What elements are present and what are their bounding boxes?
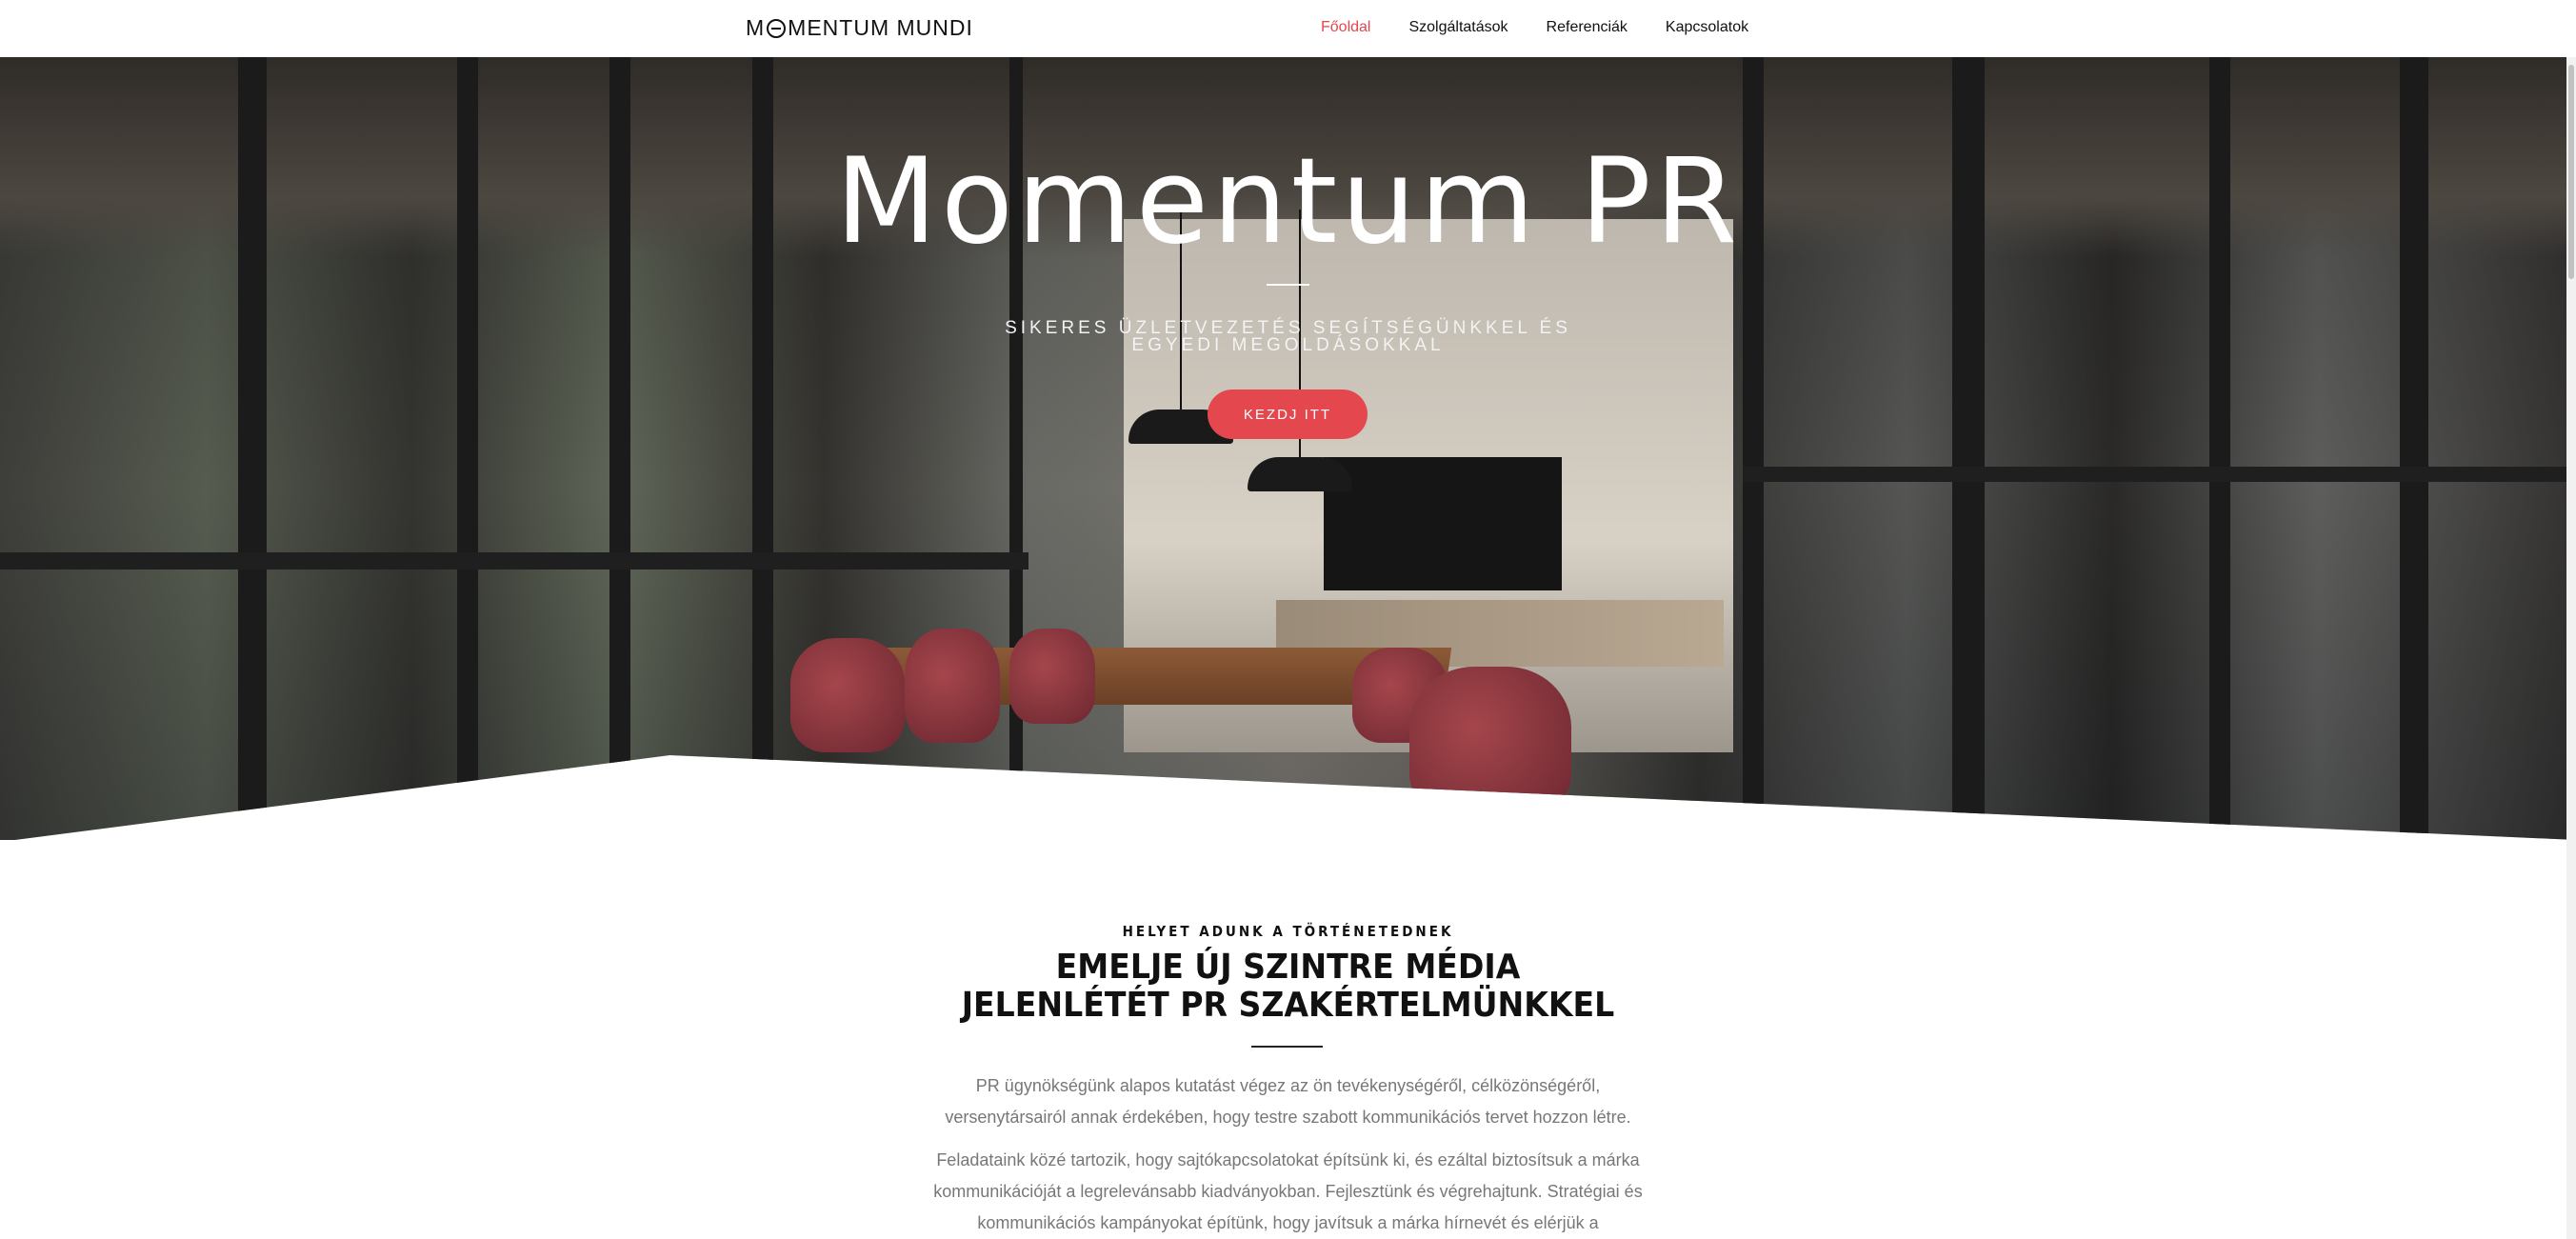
- nav-item-references[interactable]: Referenciák: [1547, 19, 1627, 36]
- logo-text-start: M: [746, 15, 766, 40]
- chair: [1409, 667, 1571, 819]
- hero-background-image: Momentum PR SIKERES ÜZLETVEZETÉS SEGÍTSÉ…: [0, 57, 2576, 840]
- hero-content: Momentum PR SIKERES ÜZLETVEZETÉS SEGÍTSÉ…: [0, 57, 2576, 457]
- nav-item-services[interactable]: Szolgáltatások: [1408, 19, 1508, 36]
- intro-paragraph-1: PR ügynökségünk alapos kutatást végez az…: [945, 1076, 1631, 1127]
- start-here-button[interactable]: KEZDJ ITT: [1208, 390, 1368, 439]
- headline-line-2: JELENLÉTÉT PR SZAKÉRTELMÜNKKEL: [961, 986, 1615, 1025]
- section-eyebrow: HELYET ADUNK A TÖRTÉNETEDNEK: [1122, 923, 1454, 940]
- headline-line-1: EMELJE ÚJ SZINTRE MÉDIA: [1055, 948, 1521, 987]
- section-divider: [1251, 1046, 1323, 1048]
- scrollbar-thumb[interactable]: [2568, 65, 2574, 279]
- site-logo[interactable]: M MENTUM MUNDI: [746, 15, 973, 41]
- chair: [905, 629, 1000, 743]
- intro-paragraph-2: Feladataink közé tartozik, hogy sajtókap…: [933, 1150, 1643, 1232]
- logo-text-end: MENTUM MUNDI: [788, 15, 973, 40]
- chair: [790, 638, 905, 752]
- section-headline: EMELJE ÚJ SZINTRE MÉDIA JELENLÉTÉT PR SZ…: [103, 949, 2473, 1025]
- window-transom: [1743, 467, 2576, 482]
- hero-title: Momentum PR: [835, 133, 1741, 270]
- pendant-lamp: [1248, 457, 1352, 491]
- tv-screen: [1324, 457, 1562, 590]
- nav-item-contacts[interactable]: Kapcsolatok: [1666, 19, 1748, 36]
- window-transom: [0, 552, 1028, 570]
- nav-item-home[interactable]: Főoldal: [1321, 19, 1370, 36]
- page-scrollbar[interactable]: [2566, 57, 2576, 1239]
- main-nav: Főoldal Szolgáltatások Referenciák Kapcs…: [1321, 19, 1748, 36]
- hero-subtitle: SIKERES ÜZLETVEZETÉS SEGÍTSÉGÜNKKEL ÉS E…: [1005, 318, 1571, 355]
- chair: [1009, 629, 1095, 724]
- top-navigation-bar: M MENTUM MUNDI Főoldal Szolgáltatások Re…: [0, 0, 2576, 57]
- hero-divider: [1267, 284, 1309, 286]
- logo-o-icon: [767, 18, 787, 38]
